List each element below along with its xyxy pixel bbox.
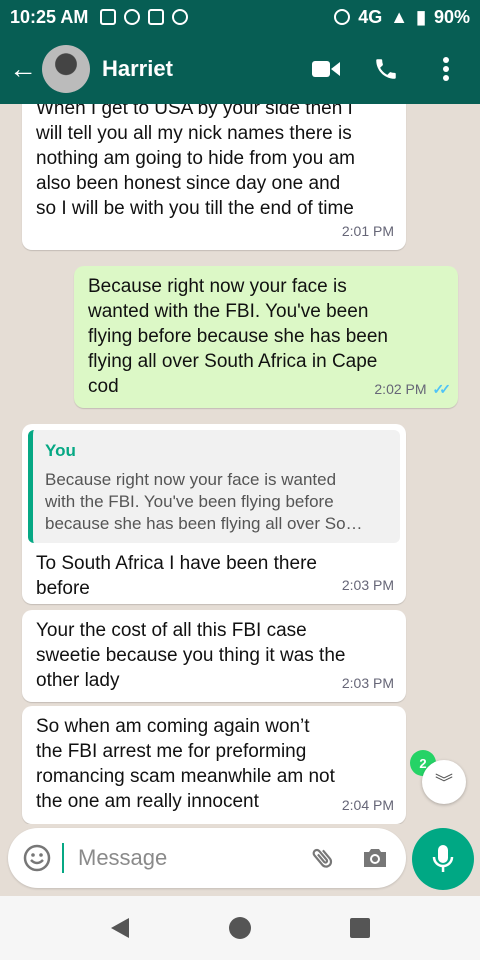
quoted-author: You	[45, 441, 76, 460]
gallery-notification-icon	[100, 9, 117, 25]
text-caret	[62, 843, 64, 873]
scroll-to-bottom-button[interactable]: ︾	[422, 760, 466, 804]
status-bar: 10:25 AM 4G ▲ ▮ 90%	[0, 0, 480, 34]
message-bubble[interactable]: When I get to USA by your side then I wi…	[22, 104, 406, 250]
message-time: 2:01 PM	[341, 223, 394, 239]
message-input[interactable]	[78, 845, 288, 871]
battery-percent: 90%	[433, 6, 470, 27]
more-vert-icon[interactable]	[432, 55, 460, 83]
back-triangle-icon[interactable]	[105, 913, 135, 943]
message-text: So when am coming again won’t the FBI ar…	[36, 716, 335, 812]
youtube-notification-icon	[148, 9, 165, 25]
message-text: When I get to USA by your side then I wi…	[36, 104, 355, 219]
status-time: 10:25 AM	[10, 6, 89, 27]
quoted-text: Because right now your face is wanted wi…	[45, 470, 363, 533]
message-bubble[interactable]: So when am coming again won’t the FBI ar…	[22, 706, 406, 824]
message-composer	[8, 828, 406, 888]
message-time: 2:04 PM	[341, 797, 394, 813]
message-text: Your the cost of all this FBI case sweet…	[36, 620, 346, 691]
signal-icon: ▲	[390, 6, 409, 27]
recents-square-icon[interactable]	[345, 913, 375, 943]
chat-area[interactable]: When I get to USA by your side then I wi…	[0, 104, 480, 824]
mic-icon	[432, 845, 454, 872]
system-icons: 4G ▲ ▮ 90%	[334, 7, 470, 28]
camera-icon[interactable]	[358, 841, 392, 875]
message-bubble[interactable]: Your the cost of all this FBI case sweet…	[22, 610, 406, 702]
notification-icons	[100, 9, 189, 25]
arrow-left-icon[interactable]: ←	[8, 53, 38, 85]
emoji-icon[interactable]	[22, 843, 52, 873]
contact-name[interactable]: Harriet	[102, 56, 173, 82]
video-call-icon[interactable]	[312, 55, 340, 83]
message-time: 2:02 PM	[374, 381, 427, 397]
wifi-notification-icon	[172, 9, 189, 25]
attach-icon[interactable]	[306, 841, 340, 875]
message-bubble[interactable]: Because right now your face is wanted wi…	[74, 266, 458, 408]
network-type: 4G	[358, 6, 383, 27]
quoted-message[interactable]: You Because right now your face is wante…	[28, 430, 400, 543]
system-nav-bar	[0, 896, 480, 960]
whatsapp-notification-icon	[124, 9, 141, 25]
contact-avatar[interactable]	[42, 45, 90, 93]
message-time: 2:03 PM	[341, 675, 394, 691]
phone-call-icon[interactable]	[372, 55, 400, 83]
alarm-icon	[334, 9, 351, 25]
home-circle-icon[interactable]	[225, 913, 255, 943]
message-bubble[interactable]: You Because right now your face is wante…	[22, 424, 406, 604]
read-ticks-icon: ✓✓	[432, 381, 452, 397]
double-chevron-down-icon: ︾	[435, 773, 453, 793]
chat-header: ← Harriet	[0, 34, 480, 104]
battery-icon: ▮	[416, 6, 426, 27]
voice-record-button[interactable]	[412, 828, 474, 890]
message-time: 2:03 PM	[341, 577, 394, 593]
